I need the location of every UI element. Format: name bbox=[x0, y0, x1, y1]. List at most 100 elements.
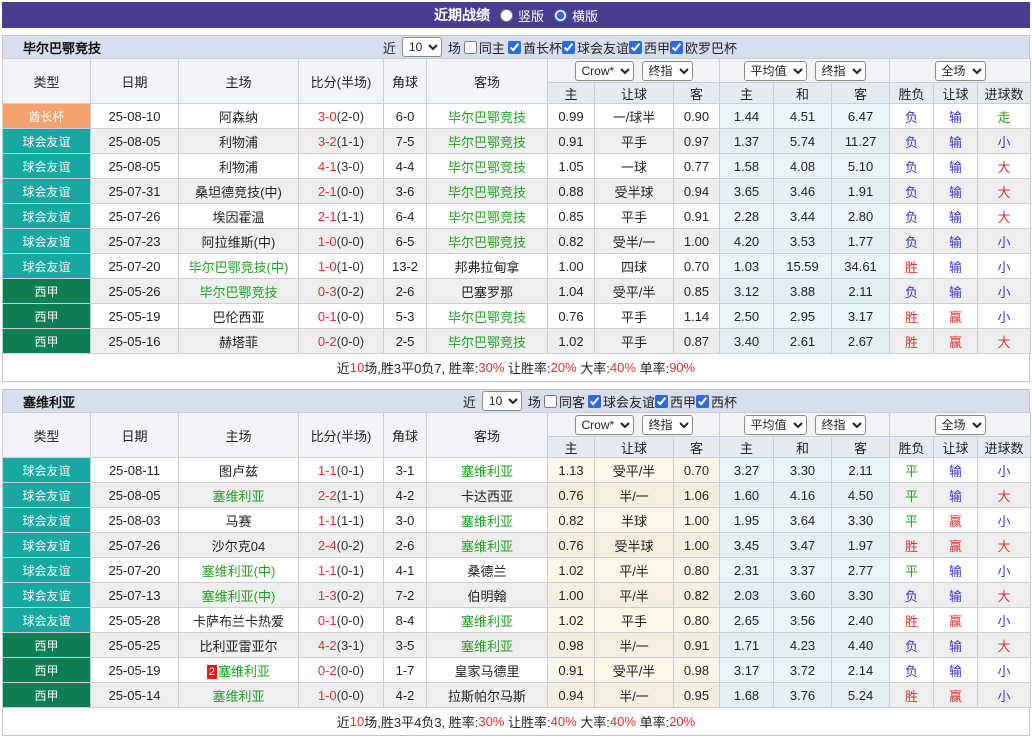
summary-part: 近 bbox=[337, 358, 350, 377]
league-checkbox[interactable] bbox=[655, 395, 668, 408]
league-filter-2[interactable]: 西甲 bbox=[629, 38, 670, 57]
match-date: 25-07-26 bbox=[91, 533, 179, 558]
fulltime-score: 3-2 bbox=[318, 134, 337, 149]
avg-draw-odds: 2.61 bbox=[774, 329, 832, 354]
layout-radio-vertical-input[interactable] bbox=[500, 9, 513, 22]
halftime-score: (2-0) bbox=[337, 109, 364, 124]
home-odds: 1.02 bbox=[548, 329, 595, 354]
final-index-select[interactable]: 终指 bbox=[642, 415, 693, 435]
match-date: 25-07-20 bbox=[91, 254, 179, 279]
away-team: 毕尔巴鄂竞技 bbox=[427, 104, 548, 129]
league-filters: 球会友谊西甲西杯 bbox=[588, 392, 737, 411]
bookmaker-select[interactable]: Crow* bbox=[575, 415, 634, 435]
league-filter-3[interactable]: 欧罗巴杯 bbox=[670, 38, 737, 57]
recent-count-select[interactable]: 10 bbox=[482, 391, 522, 411]
league-filter-1[interactable]: 西甲 bbox=[655, 392, 696, 411]
result-wdl: 负 bbox=[890, 633, 934, 658]
final-index-select[interactable]: 终指 bbox=[815, 415, 866, 435]
halftime-score: (0-0) bbox=[337, 309, 364, 324]
league-checkbox[interactable] bbox=[562, 41, 575, 54]
col-header-away: 客场 bbox=[427, 59, 548, 104]
same-venue-checkbox[interactable] bbox=[464, 41, 477, 54]
away-team: 塞维利亚 bbox=[427, 633, 548, 658]
score-cell: 4-1(3-0) bbox=[299, 154, 384, 179]
league-checkbox[interactable] bbox=[629, 41, 642, 54]
league-checkbox[interactable] bbox=[696, 395, 709, 408]
layout-radio-horizontal[interactable]: 横版 bbox=[554, 6, 598, 25]
fulltime-scope-select[interactable]: 全场 bbox=[935, 415, 986, 435]
result-wdl: 胜 bbox=[890, 608, 934, 633]
corner-score: 3-1 bbox=[384, 458, 427, 483]
home-odds: 0.82 bbox=[548, 229, 595, 254]
corner-score: 6-0 bbox=[384, 104, 427, 129]
league-checkbox[interactable] bbox=[508, 41, 521, 54]
same-venue-label: 同客 bbox=[559, 392, 585, 411]
home-team: 沙尔克04 bbox=[179, 533, 299, 558]
avg-away-odds: 2.67 bbox=[832, 329, 890, 354]
unit-label: 场 bbox=[448, 38, 461, 57]
same-venue-filter[interactable]: 同主 bbox=[464, 38, 505, 57]
halftime-score: (0-2) bbox=[337, 538, 364, 553]
summary-part: 40% bbox=[610, 360, 636, 375]
league-filter-0[interactable]: 酋长杯 bbox=[508, 38, 562, 57]
recent-count-select[interactable]: 10 bbox=[402, 37, 442, 57]
handicap-line: 受半球 bbox=[595, 533, 674, 558]
halftime-score: (0-0) bbox=[337, 334, 364, 349]
league-badge: 球会友谊 bbox=[3, 179, 91, 204]
away-team: 毕尔巴鄂竞技 bbox=[427, 304, 548, 329]
league-filter-0[interactable]: 球会友谊 bbox=[588, 392, 655, 411]
same-venue-filter[interactable]: 同客 bbox=[544, 392, 585, 411]
score-cell: 0-3(0-2) bbox=[299, 279, 384, 304]
away-team: 毕尔巴鄂竞技 bbox=[427, 129, 548, 154]
home-odds: 0.76 bbox=[548, 533, 595, 558]
result-wdl: 平 bbox=[890, 558, 934, 583]
league-checkbox[interactable] bbox=[670, 41, 683, 54]
avg-away-odds: 11.27 bbox=[832, 129, 890, 154]
same-venue-checkbox[interactable] bbox=[544, 395, 557, 408]
home-team: 2塞维利亚 bbox=[179, 658, 299, 683]
home-team: 利物浦 bbox=[179, 154, 299, 179]
away-team: 塞维利亚 bbox=[427, 533, 548, 558]
table-row: 球会友谊25-07-23阿拉维斯(中)1-0(0-0)6-5毕尔巴鄂竞技0.82… bbox=[3, 229, 1031, 254]
league-badge: 球会友谊 bbox=[3, 204, 91, 229]
final-index-select[interactable]: 终指 bbox=[642, 61, 693, 81]
handicap-line: 受平/半 bbox=[595, 658, 674, 683]
summary-part: 大率: bbox=[577, 712, 610, 731]
handicap-line: 受半/一 bbox=[595, 229, 674, 254]
fulltime-score: 4-1 bbox=[318, 159, 337, 174]
near-label: 近 bbox=[463, 392, 476, 411]
avg-away-odds: 1.91 bbox=[832, 179, 890, 204]
layout-radio-vertical[interactable]: 竖版 bbox=[500, 6, 544, 25]
league-filter-2[interactable]: 西杯 bbox=[696, 392, 737, 411]
fulltime-score: 1-0 bbox=[318, 234, 337, 249]
result-goals: 小 bbox=[978, 279, 1031, 304]
handicap-line: 半/一 bbox=[595, 483, 674, 508]
score-cell: 0-1(0-0) bbox=[299, 608, 384, 633]
avg-draw-odds: 4.23 bbox=[774, 633, 832, 658]
final-index-select[interactable]: 终指 bbox=[815, 61, 866, 81]
filter-bar: 近 10 场 同客 球会友谊西甲西杯 bbox=[463, 391, 737, 411]
result-goals: 走 bbox=[978, 104, 1031, 129]
score-cell: 1-1(1-1) bbox=[299, 508, 384, 533]
halftime-score: (0-0) bbox=[337, 688, 364, 703]
league-filter-1[interactable]: 球会友谊 bbox=[562, 38, 629, 57]
fulltime-score: 3-0 bbox=[318, 109, 337, 124]
result-handicap: 赢 bbox=[934, 508, 978, 533]
match-date: 25-07-26 bbox=[91, 204, 179, 229]
avg-home-odds: 2.03 bbox=[720, 583, 774, 608]
col-header-corner: 角球 bbox=[384, 59, 427, 104]
avg-draw-odds: 3.47 bbox=[774, 533, 832, 558]
summary-part: 场,胜3平0负7, 胜率: bbox=[364, 358, 478, 377]
bookmaker-select[interactable]: Crow* bbox=[575, 61, 634, 81]
home-team-name: 卡萨布兰卡热爱 bbox=[193, 614, 284, 629]
result-wdl: 负 bbox=[890, 179, 934, 204]
average-odds-select[interactable]: 平均值 bbox=[744, 415, 807, 435]
league-checkbox[interactable] bbox=[588, 395, 601, 408]
fulltime-scope-select[interactable]: 全场 bbox=[935, 61, 986, 81]
home-team: 塞维利亚 bbox=[179, 483, 299, 508]
handicap-line: 一球 bbox=[595, 154, 674, 179]
average-odds-select[interactable]: 平均值 bbox=[744, 61, 807, 81]
avg-draw-odds: 2.95 bbox=[774, 304, 832, 329]
layout-radio-horizontal-input[interactable] bbox=[554, 9, 567, 22]
home-odds: 1.13 bbox=[548, 458, 595, 483]
